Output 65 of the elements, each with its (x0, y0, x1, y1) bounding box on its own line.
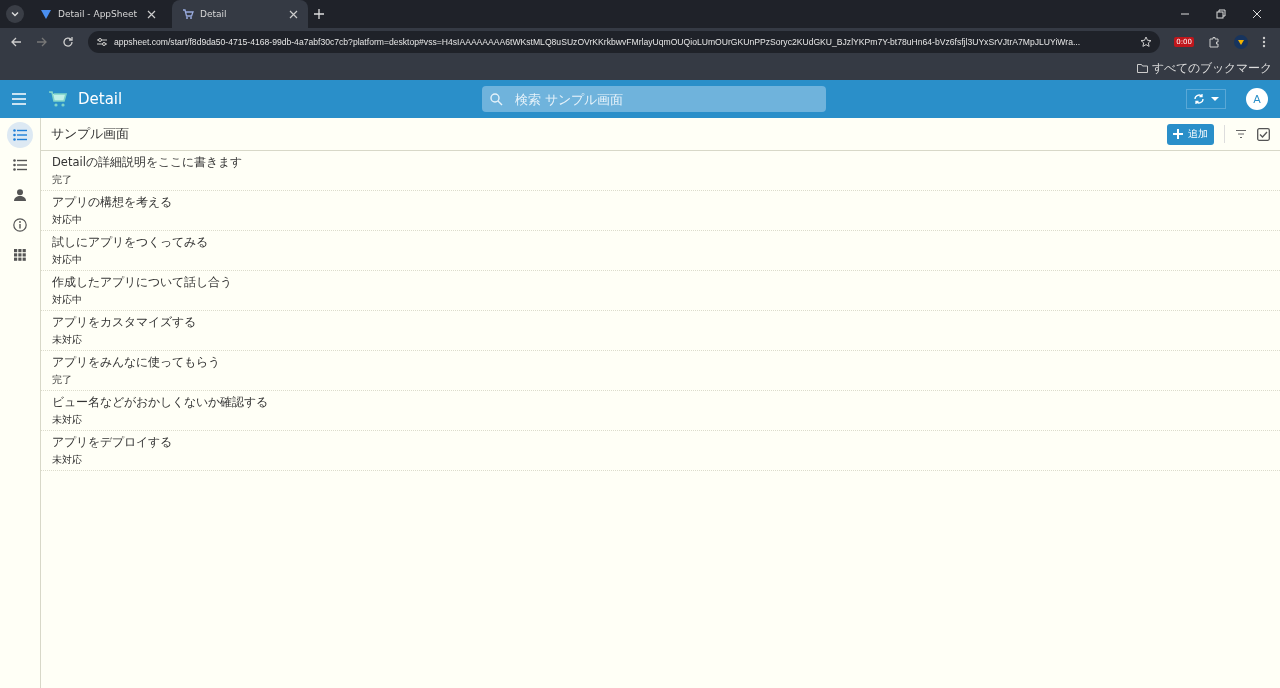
row-title: アプリをデプロイする (52, 434, 173, 450)
row-status: 完了 (52, 372, 73, 387)
list-icon (13, 129, 27, 141)
row-title: アプリをカスタマイズする (52, 314, 197, 330)
sync-icon (1193, 93, 1205, 105)
nav-item[interactable] (7, 122, 33, 148)
row-title: ビュー名などがおかしくないか確認する (52, 394, 269, 410)
row-status: 対応中 (52, 252, 83, 267)
cart-icon (182, 8, 194, 20)
list-row[interactable]: 試しにアプリをつくってみる 対応中 (41, 231, 1280, 271)
bookmarks-folder[interactable]: すべてのブックマーク (1137, 60, 1272, 76)
close-window-icon[interactable] (1252, 9, 1262, 19)
close-icon[interactable] (147, 9, 156, 19)
checkbox-icon[interactable] (1257, 127, 1270, 141)
restore-icon[interactable] (1216, 9, 1226, 19)
info-icon (13, 218, 27, 232)
account-avatar[interactable]: A (1246, 88, 1268, 110)
row-status: 対応中 (52, 292, 83, 307)
row-status: 対応中 (52, 212, 83, 227)
sync-button[interactable] (1186, 89, 1226, 109)
list-row[interactable]: アプリの構想を考える 対応中 (41, 191, 1280, 231)
star-icon[interactable] (1140, 36, 1153, 48)
search-icon (490, 92, 504, 106)
caret-icon (1211, 96, 1219, 102)
browser-tab[interactable]: Detail - AppSheet (30, 0, 166, 28)
chevron-down-icon (10, 9, 20, 19)
folder-icon (1137, 63, 1148, 73)
close-icon[interactable] (289, 9, 298, 19)
row-title: 試しにアプリをつくってみる (52, 234, 209, 250)
filter-icon[interactable] (1235, 129, 1247, 139)
list-row[interactable]: ビュー名などがおかしくないか確認する 未対応 (41, 391, 1280, 431)
list-row[interactable]: アプリをカスタマイズする 未対応 (41, 311, 1280, 351)
search-field[interactable]: 検索 サンプル画面 (482, 86, 827, 112)
puzzle-icon[interactable] (1208, 36, 1220, 48)
row-status: 完了 (52, 172, 73, 187)
add-button[interactable]: 追加 (1167, 123, 1214, 145)
list-icon (13, 159, 27, 171)
forward-icon[interactable] (36, 36, 48, 48)
list-row[interactable]: アプリをみんなに使ってもらう 完了 (41, 351, 1280, 391)
more-icon[interactable] (1262, 36, 1266, 48)
row-status: 未対応 (52, 412, 83, 427)
list-row[interactable]: Detailの詳細説明をここに書きます 完了 (41, 151, 1280, 191)
search-input[interactable]: 検索 サンプル画面 (513, 90, 819, 108)
reload-icon[interactable] (62, 36, 74, 48)
app-title: Detail (78, 90, 123, 108)
plus-icon (1173, 129, 1183, 139)
site-settings-icon[interactable] (96, 36, 108, 48)
list-row[interactable]: 作成したアプリについて話し合う 対応中 (41, 271, 1280, 311)
menu-icon[interactable] (12, 93, 26, 105)
person-icon (14, 189, 26, 201)
row-title: 作成したアプリについて話し合う (52, 274, 233, 290)
list-row[interactable]: アプリをデプロイする 未対応 (41, 431, 1280, 471)
back-icon[interactable] (10, 36, 22, 48)
cart-icon (48, 89, 68, 109)
row-title: Detailの詳細説明をここに書きます (52, 154, 243, 170)
row-title: アプリの構想を考える (52, 194, 173, 210)
row-status: 未対応 (52, 452, 83, 467)
row-status: 未対応 (52, 332, 83, 347)
view-title: サンプル画面 (51, 125, 129, 143)
address-bar[interactable]: appsheet.com/start/f8d9da50-4715-4168-99db-4a7abf30c7cb?platform=desktop#vss=H4sIAAAAAAAA6tWKstMLQ8uSUzOVrKKrkbwvFMrlayUqmOUQioLUmOUrGKUnPPzSoryc2KUdGKU_BJzlYKPm7Y-bt78uHn64-bVz6fsfjl3UYxSrVJtrA7MpJLUYiWra... (88, 31, 1161, 53)
browser-tab[interactable]: Detail (172, 0, 308, 28)
tab-search-button[interactable] (6, 5, 24, 23)
new-tab-icon[interactable] (314, 9, 324, 19)
grid-icon (14, 249, 26, 261)
row-title: アプリをみんなに使ってもらう (52, 354, 221, 370)
